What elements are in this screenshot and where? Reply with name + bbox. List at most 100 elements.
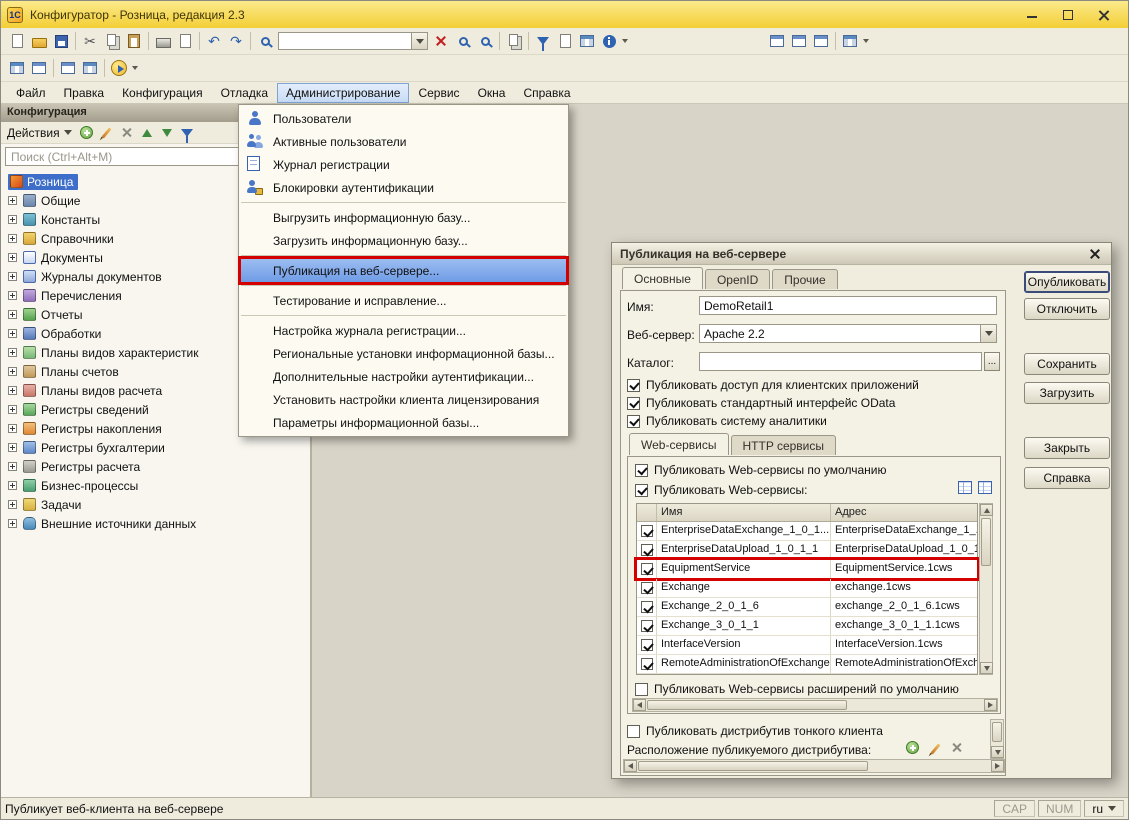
menu-item-web-publishing[interactable]: Публикация на веб-сервере... bbox=[239, 259, 568, 282]
dialog-title-bar[interactable]: Публикация на веб-сервере bbox=[612, 243, 1111, 265]
move-up-button[interactable] bbox=[138, 124, 156, 142]
form-view-button[interactable] bbox=[28, 57, 50, 79]
menu-item-licensing-client-settings[interactable]: Установить настройки клиента лицензирова… bbox=[239, 388, 568, 411]
chevron-down-icon[interactable] bbox=[132, 66, 138, 70]
expand-icon[interactable] bbox=[8, 481, 17, 490]
menu-item-users[interactable]: Пользователи bbox=[239, 107, 568, 130]
delete-button[interactable] bbox=[118, 124, 136, 142]
checkbox-ws-default[interactable]: Публиковать Web-сервисы по умолчанию bbox=[635, 462, 886, 478]
checkbox-ws-extensions-default[interactable]: Публиковать Web-сервисы расширений по ум… bbox=[635, 681, 959, 697]
expand-icon[interactable] bbox=[8, 272, 17, 281]
scroll-right-button[interactable] bbox=[991, 760, 1004, 772]
disconnect-button[interactable]: Отключить bbox=[1024, 298, 1110, 320]
filter-button[interactable] bbox=[532, 30, 554, 52]
close-button[interactable] bbox=[1086, 3, 1122, 27]
check-all-button[interactable] bbox=[958, 481, 972, 494]
clear-search-button[interactable] bbox=[430, 30, 452, 52]
expand-icon[interactable] bbox=[8, 310, 17, 319]
sidebar-item-tasks[interactable]: Задачи bbox=[1, 495, 310, 514]
page-horizontal-scrollbar[interactable] bbox=[623, 759, 1005, 773]
copy-to-clipboard-button[interactable] bbox=[503, 30, 525, 52]
expand-icon[interactable] bbox=[8, 424, 17, 433]
sidebar-item-accounting-registers[interactable]: Регистры бухгалтерии bbox=[1, 438, 310, 457]
checkbox-client-apps[interactable]: Публиковать доступ для клиентских прилож… bbox=[627, 377, 919, 393]
web-server-select[interactable]: Apache 2.2 bbox=[699, 324, 997, 343]
menu-item-auth-settings[interactable]: Дополнительные настройки аутентификации.… bbox=[239, 365, 568, 388]
table-row[interactable]: Exchange_2_0_1_6 exchange_2_0_1_6.1cws bbox=[637, 598, 977, 617]
edit-distribution-button[interactable] bbox=[928, 741, 944, 757]
windows-cascade-button[interactable] bbox=[766, 30, 788, 52]
publication-name-input[interactable] bbox=[699, 296, 997, 315]
sort-options-button[interactable] bbox=[839, 30, 861, 52]
row-checkbox[interactable] bbox=[641, 601, 653, 613]
menu-debug[interactable]: Отладка bbox=[212, 83, 277, 103]
maximize-button[interactable] bbox=[1050, 3, 1086, 27]
checkbox-ws-list[interactable]: Публиковать Web-сервисы: bbox=[635, 482, 807, 498]
open-button[interactable] bbox=[28, 30, 50, 52]
print-button[interactable] bbox=[152, 30, 174, 52]
checkbox-analytics[interactable]: Публиковать систему аналитики bbox=[627, 413, 827, 429]
expand-icon[interactable] bbox=[8, 443, 17, 452]
menu-administration[interactable]: Администрирование bbox=[277, 83, 409, 103]
menu-service[interactable]: Сервис bbox=[409, 83, 468, 103]
add-distribution-button[interactable] bbox=[906, 741, 919, 754]
expand-icon[interactable] bbox=[8, 367, 17, 376]
publish-button[interactable]: Опубликовать bbox=[1024, 271, 1110, 293]
web-server-dropdown-button[interactable] bbox=[980, 325, 996, 342]
windows-tile-horizontal-button[interactable] bbox=[788, 30, 810, 52]
scroll-left-button[interactable] bbox=[633, 699, 646, 711]
delete-distribution-button[interactable] bbox=[948, 739, 966, 757]
expand-icon[interactable] bbox=[8, 291, 17, 300]
load-button[interactable]: Загрузить bbox=[1024, 382, 1110, 404]
row-checkbox[interactable] bbox=[641, 525, 653, 537]
checkbox-odata[interactable]: Публиковать стандартный интерфейс OData bbox=[627, 395, 895, 411]
dialog-close-button[interactable] bbox=[1087, 246, 1103, 262]
checkbox-thin-client[interactable]: Публиковать дистрибутив тонкого клиента bbox=[627, 723, 883, 739]
table-row[interactable]: InterfaceVersion InterfaceVersion.1cws bbox=[637, 636, 977, 655]
checkbox-icon[interactable] bbox=[627, 397, 640, 410]
browse-button[interactable]: ... bbox=[984, 352, 1000, 371]
menu-configuration[interactable]: Конфигурация bbox=[113, 83, 212, 103]
expand-icon[interactable] bbox=[8, 405, 17, 414]
expand-icon[interactable] bbox=[8, 215, 17, 224]
toolbar-overflow-icon[interactable] bbox=[622, 39, 628, 43]
page-vertical-scrollbar[interactable] bbox=[990, 719, 1004, 759]
windows-tile-vertical-button[interactable] bbox=[810, 30, 832, 52]
chevron-down-icon[interactable] bbox=[863, 39, 869, 43]
table-row[interactable]: EnterpriseDataExchange_1_0_1... Enterpri… bbox=[637, 522, 977, 541]
actions-menu-button[interactable]: Действия bbox=[5, 125, 76, 141]
paste-button[interactable] bbox=[123, 30, 145, 52]
menu-edit[interactable]: Правка bbox=[55, 83, 114, 103]
scroll-up-button[interactable] bbox=[980, 504, 993, 516]
language-indicator[interactable]: ru bbox=[1084, 800, 1124, 817]
expand-icon[interactable] bbox=[8, 462, 17, 471]
tab-main[interactable]: Основные bbox=[622, 267, 703, 289]
menu-item-auth-locks[interactable]: Блокировки аутентификации bbox=[239, 176, 568, 199]
scrollbar-thumb[interactable] bbox=[638, 761, 868, 771]
menu-item-infobase-parameters[interactable]: Параметры информационной базы... bbox=[239, 411, 568, 434]
checkbox-icon[interactable] bbox=[627, 415, 640, 428]
close-dialog-button[interactable]: Закрыть bbox=[1024, 437, 1110, 459]
save-button[interactable] bbox=[50, 30, 72, 52]
format-button[interactable] bbox=[576, 30, 598, 52]
menu-item-dump-infobase[interactable]: Выгрузить информационную базу... bbox=[239, 206, 568, 229]
add-button[interactable] bbox=[78, 124, 96, 142]
search-combobox[interactable] bbox=[278, 32, 428, 50]
redo-button[interactable]: ↷ bbox=[225, 30, 247, 52]
row-checkbox[interactable] bbox=[641, 563, 653, 575]
frame-horizontal-scrollbar[interactable] bbox=[632, 698, 998, 712]
module-check-button[interactable] bbox=[79, 57, 101, 79]
configuration-view-button[interactable] bbox=[6, 57, 28, 79]
expand-icon[interactable] bbox=[8, 500, 17, 509]
directory-input[interactable] bbox=[699, 352, 982, 371]
checkbox-icon[interactable] bbox=[635, 683, 648, 696]
expand-icon[interactable] bbox=[8, 234, 17, 243]
table-row-equipment-service[interactable]: EquipmentService EquipmentService.1cws bbox=[637, 560, 977, 579]
sidebar-item-external-data-sources[interactable]: Внешние источники данных bbox=[1, 514, 310, 533]
row-checkbox[interactable] bbox=[641, 620, 653, 632]
checkbox-icon[interactable] bbox=[635, 484, 648, 497]
uncheck-all-button[interactable] bbox=[978, 481, 992, 494]
find-next-button[interactable] bbox=[474, 30, 496, 52]
table-row[interactable]: EnterpriseDataUpload_1_0_1_1 EnterpriseD… bbox=[637, 541, 977, 560]
undo-button[interactable]: ↶ bbox=[203, 30, 225, 52]
